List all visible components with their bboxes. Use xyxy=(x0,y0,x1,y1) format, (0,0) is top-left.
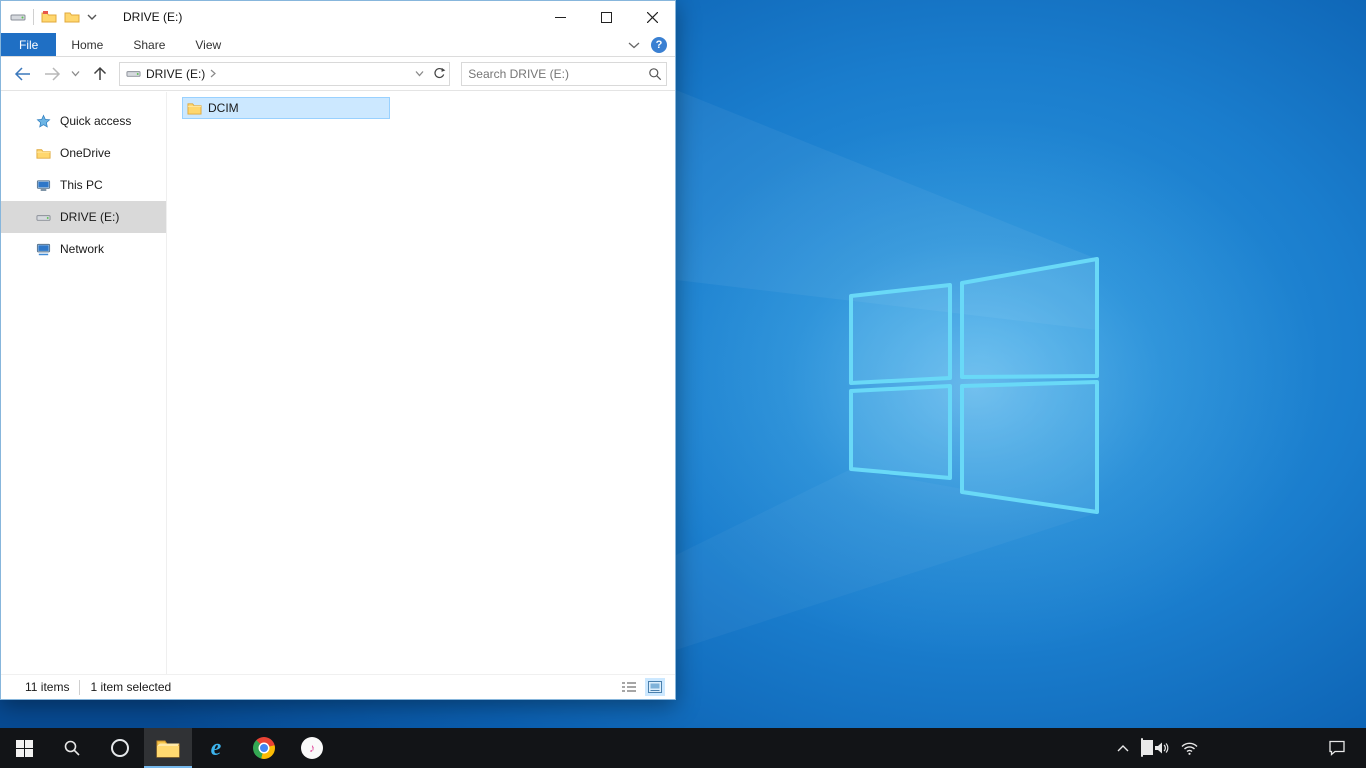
separator xyxy=(79,679,81,695)
itunes-button[interactable]: ♪ xyxy=(288,728,336,768)
address-bar[interactable]: DRIVE (E:) xyxy=(118,61,451,86)
caption-buttons xyxy=(537,1,675,33)
navigation-toolbar: DRIVE (E:) xyxy=(1,57,675,91)
qat-new-folder-icon[interactable] xyxy=(64,9,80,25)
minimize-button[interactable] xyxy=(537,1,583,33)
maximize-button[interactable] xyxy=(583,1,629,33)
sidebar-item-drive-e[interactable]: DRIVE (E:) xyxy=(1,201,166,233)
separator xyxy=(33,9,34,25)
start-button[interactable] xyxy=(0,728,48,768)
internet-explorer-button[interactable]: e xyxy=(192,728,240,768)
network-icon xyxy=(36,242,51,257)
sidebar-item-label: Network xyxy=(60,242,105,256)
navigation-pane: Quick access OneDrive This PC DRIVE (E:)… xyxy=(1,92,167,674)
breadcrumb[interactable]: DRIVE (E:) xyxy=(120,66,409,81)
search-box[interactable] xyxy=(461,61,667,86)
monitor-icon xyxy=(36,178,51,193)
address-dropdown-chevron-icon[interactable] xyxy=(409,63,429,85)
qat-customize-chevron-icon[interactable] xyxy=(87,13,97,21)
help-icon[interactable]: ? xyxy=(651,36,667,53)
sidebar-item-label: OneDrive xyxy=(60,146,111,160)
breadcrumb-chevron-icon[interactable] xyxy=(210,69,217,78)
details-view-icon[interactable] xyxy=(619,678,639,696)
sidebar-item-this-pc[interactable]: This PC xyxy=(1,169,166,201)
up-button[interactable] xyxy=(86,61,113,87)
item-count: 11 items xyxy=(25,680,70,694)
star-icon xyxy=(36,113,51,129)
back-button[interactable] xyxy=(9,61,36,87)
sidebar-item-label: This PC xyxy=(60,178,103,192)
volume-icon[interactable] xyxy=(1154,741,1170,755)
battery-icon[interactable] xyxy=(1141,738,1143,757)
search-input[interactable] xyxy=(462,66,644,81)
selection-count: 1 item selected xyxy=(90,680,172,694)
taskbar: e ♪ xyxy=(0,728,1366,768)
system-tray xyxy=(1116,728,1366,768)
wifi-icon[interactable] xyxy=(1181,742,1198,755)
tab-view[interactable]: View xyxy=(180,33,236,56)
cortana-icon xyxy=(111,739,129,757)
sidebar-item-onedrive[interactable]: OneDrive xyxy=(1,137,166,169)
status-bar: 11 items 1 item selected xyxy=(1,674,675,699)
cortana-button[interactable] xyxy=(96,728,144,768)
chrome-button[interactable] xyxy=(240,728,288,768)
windows-logo-icon xyxy=(15,739,33,757)
tab-home[interactable]: Home xyxy=(56,33,118,56)
file-item-label: DCIM xyxy=(208,101,239,115)
search-icon xyxy=(63,739,81,757)
tab-file[interactable]: File xyxy=(1,33,57,56)
drive-icon xyxy=(10,9,26,25)
qat-properties-icon[interactable] xyxy=(41,9,57,25)
breadcrumb-segment[interactable]: DRIVE (E:) xyxy=(146,67,205,81)
titlebar[interactable]: DRIVE (E:) xyxy=(1,1,675,33)
sidebar-item-label: DRIVE (E:) xyxy=(60,210,120,224)
window-title: DRIVE (E:) xyxy=(123,10,183,24)
recent-locations-chevron-icon[interactable] xyxy=(68,61,83,87)
refresh-icon[interactable] xyxy=(429,63,449,85)
folder-icon xyxy=(187,101,202,115)
search-icon[interactable] xyxy=(644,67,666,81)
taskbar-file-explorer-button[interactable] xyxy=(144,728,192,768)
file-list[interactable]: DCIM xyxy=(167,92,675,674)
internet-explorer-icon: e xyxy=(210,735,222,761)
taskbar-search-button[interactable] xyxy=(48,728,96,768)
file-item-dcim[interactable]: DCIM xyxy=(182,97,390,119)
folder-icon xyxy=(36,146,51,161)
action-center-icon[interactable] xyxy=(1328,740,1346,756)
tab-share[interactable]: Share xyxy=(118,33,180,56)
sidebar-item-network[interactable]: Network xyxy=(1,233,166,265)
sidebar-item-label: Quick access xyxy=(60,114,132,128)
file-explorer-icon xyxy=(156,738,180,758)
quick-access-toolbar xyxy=(1,9,97,25)
hidden-icons-chevron-icon[interactable] xyxy=(1116,744,1130,753)
forward-button[interactable] xyxy=(39,61,66,87)
chrome-icon xyxy=(253,737,275,759)
ribbon-tabs: File Home Share View ? xyxy=(1,33,675,57)
itunes-icon: ♪ xyxy=(301,737,323,759)
large-icons-view-icon[interactable] xyxy=(645,678,665,696)
drive-icon xyxy=(126,66,141,81)
drive-icon xyxy=(36,210,51,225)
desktop: DRIVE (E:) File Home Share View ? DRIVE … xyxy=(0,0,1366,768)
ribbon-collapse-chevron-icon[interactable] xyxy=(628,41,640,49)
file-explorer-window: DRIVE (E:) File Home Share View ? DRIVE … xyxy=(0,0,676,700)
sidebar-item-quick-access[interactable]: Quick access xyxy=(1,105,166,137)
close-button[interactable] xyxy=(629,1,675,33)
